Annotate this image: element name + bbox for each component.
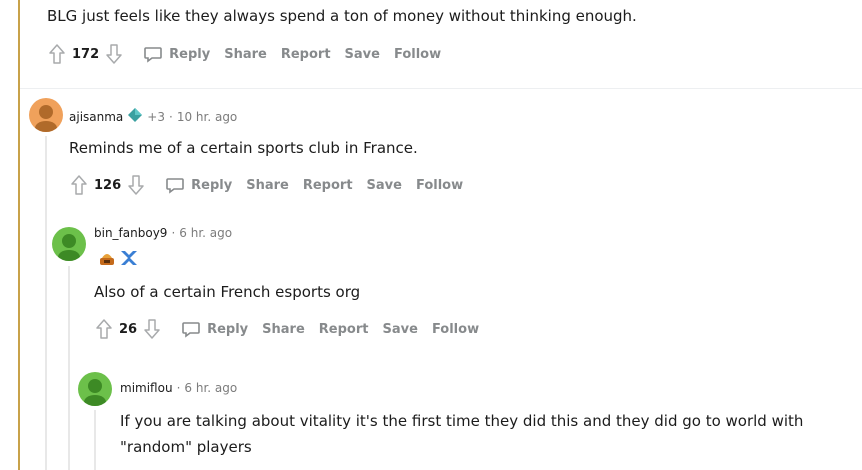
timestamp[interactable]: 6 hr. ago xyxy=(179,226,232,240)
vote-count: 126 xyxy=(94,177,122,193)
thread-line[interactable] xyxy=(68,266,70,470)
meta-separator: · xyxy=(176,381,181,395)
username[interactable]: mimiflou xyxy=(120,381,173,395)
share-button[interactable]: Share xyxy=(262,322,305,337)
comment-icon xyxy=(182,322,200,338)
comment-actions: 26 Reply Share Report Save Follow xyxy=(93,317,479,341)
reply-label: Reply xyxy=(169,46,211,62)
upvote-icon[interactable] xyxy=(68,173,90,197)
comment-text-line: If you are talking about vitality it's t… xyxy=(120,412,804,430)
reply-button[interactable]: Reply xyxy=(181,319,248,339)
thread-line[interactable] xyxy=(94,410,96,470)
follow-button[interactable]: Follow xyxy=(394,47,441,62)
comment-text: Also of a certain French esports org xyxy=(94,283,361,301)
comment-icon xyxy=(144,47,162,63)
timestamp[interactable]: 10 hr. ago xyxy=(177,110,237,124)
share-button[interactable]: Share xyxy=(224,47,267,62)
report-button[interactable]: Report xyxy=(319,322,369,337)
parent-thread-line xyxy=(18,0,20,470)
meta-separator: · xyxy=(168,109,173,124)
reply-button[interactable]: Reply xyxy=(143,44,210,64)
report-button[interactable]: Report xyxy=(281,47,331,62)
comment-meta: bin_fanboy9 · 6 hr. ago xyxy=(94,226,232,240)
vote-count: 172 xyxy=(72,46,100,62)
username[interactable]: ajisanma xyxy=(69,110,123,124)
upvote-icon[interactable] xyxy=(46,42,68,66)
flair-icon xyxy=(119,249,139,271)
downvote-icon[interactable] xyxy=(125,173,147,197)
thread-line[interactable] xyxy=(45,136,47,470)
timestamp[interactable]: 6 hr. ago xyxy=(184,381,237,395)
comment-text: Reminds me of a certain sports club in F… xyxy=(69,139,418,157)
upvote-icon[interactable] xyxy=(93,317,115,341)
save-button[interactable]: Save xyxy=(367,178,402,193)
reply-label: Reply xyxy=(191,177,233,193)
follow-button[interactable]: Follow xyxy=(416,178,463,193)
comment-divider xyxy=(20,88,862,89)
comment-meta: ajisanma +3 · 10 hr. ago xyxy=(69,107,237,126)
comment-text-line: "random" players xyxy=(120,438,252,456)
vote-count: 26 xyxy=(119,321,138,337)
avatar[interactable] xyxy=(52,227,86,261)
share-button[interactable]: Share xyxy=(246,178,289,193)
downvote-icon[interactable] xyxy=(103,42,125,66)
top-comment-actions: 172 Reply Share Report Save Follow xyxy=(46,42,441,66)
comment-actions: 126 Reply Share Report Save Follow xyxy=(68,173,463,197)
avatar[interactable] xyxy=(29,98,63,132)
follow-button[interactable]: Follow xyxy=(432,322,479,337)
meta-separator: · xyxy=(171,226,176,240)
award-count: +3 xyxy=(147,109,165,124)
avatar[interactable] xyxy=(78,372,112,406)
report-button[interactable]: Report xyxy=(303,178,353,193)
comment-icon xyxy=(166,178,184,194)
flair-icon xyxy=(97,249,117,271)
user-flair xyxy=(97,249,139,271)
reply-label: Reply xyxy=(207,321,249,337)
reply-button[interactable]: Reply xyxy=(165,175,232,195)
top-comment-text: BLG just feels like they always spend a … xyxy=(47,7,637,25)
comment-meta: mimiflou · 6 hr. ago xyxy=(120,381,237,395)
username[interactable]: bin_fanboy9 xyxy=(94,226,167,240)
downvote-icon[interactable] xyxy=(141,317,163,341)
diamond-icon xyxy=(127,107,143,126)
save-button[interactable]: Save xyxy=(383,322,418,337)
save-button[interactable]: Save xyxy=(345,47,380,62)
